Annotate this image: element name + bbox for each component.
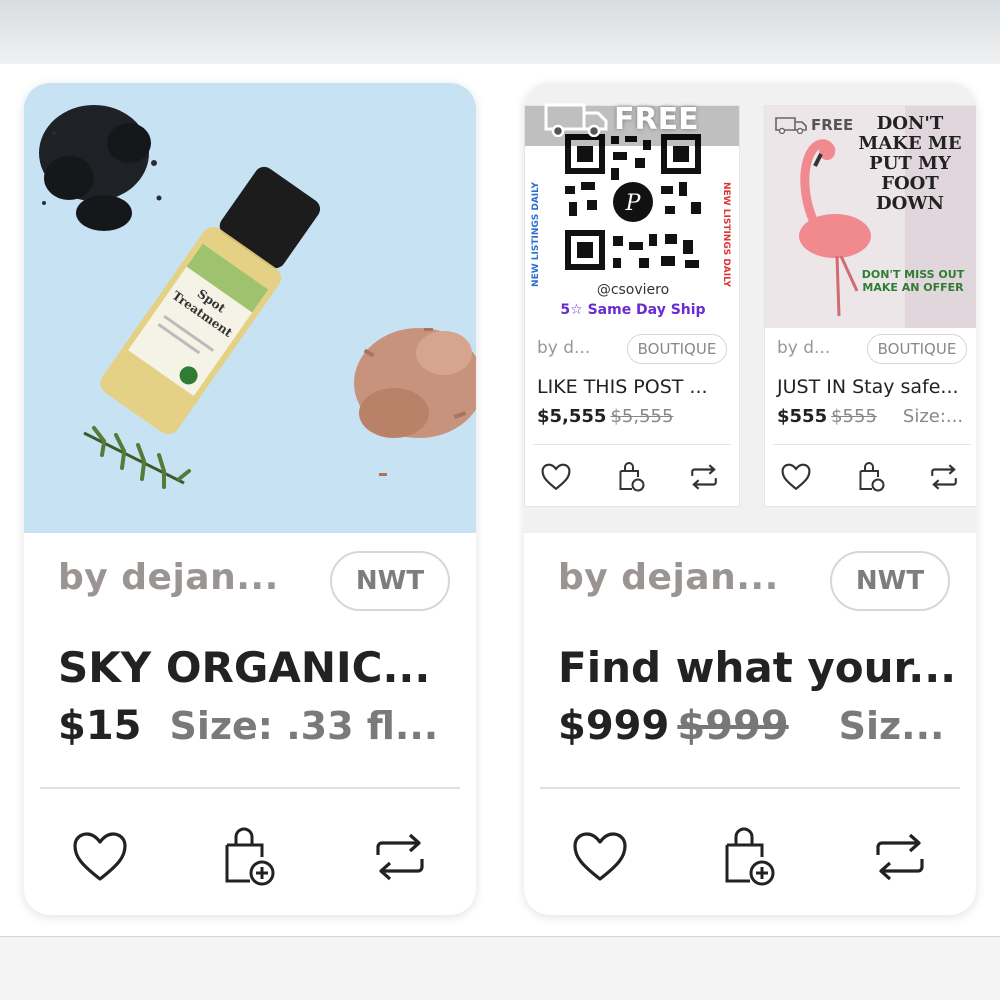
mini-listing-card: DON'T MAKE ME PUT MY FOOT DOWN DON'T MIS…: [764, 105, 976, 507]
divider: [533, 444, 731, 445]
share-repeat-icon: [931, 464, 957, 490]
free-label: FREE: [811, 116, 854, 134]
add-to-bundle-button[interactable]: [220, 827, 280, 887]
action-bar: [24, 791, 476, 915]
action-bar: [524, 791, 976, 915]
shopping-bag-plus-icon: [225, 827, 275, 886]
shopping-bag-plus-icon: [619, 462, 645, 492]
divider: [773, 444, 971, 445]
heart-icon: [573, 832, 627, 881]
share-repeat-icon: [876, 833, 924, 881]
mini-condition-badge: BOUTIQUE: [867, 334, 967, 364]
side-label-left: NEW LISTINGS DAILY: [531, 182, 541, 287]
divider: [40, 787, 460, 789]
truck-icon: [544, 103, 608, 137]
listing-meta: by dejan... NWT Find what your... $999 $9…: [524, 533, 976, 913]
qr-handle: @csoviero: [596, 282, 670, 298]
mini-price: $555: [777, 406, 828, 427]
free-shipping-tag: FREE: [544, 101, 699, 137]
heart-icon: [541, 463, 571, 491]
bottom-bar: [0, 936, 1000, 1000]
mini-listing-image: DON'T MAKE ME PUT MY FOOT DOWN DON'T MIS…: [765, 106, 976, 328]
mini-seller-name: by d...: [777, 338, 831, 358]
poster-subtext: DON'T MISS OUT MAKE AN OFFER: [861, 268, 965, 294]
mini-condition-badge: BOUTIQUE: [627, 334, 727, 364]
listing-size: Size: .33 fl...: [169, 704, 439, 748]
add-to-bundle-button[interactable]: [720, 827, 780, 887]
listing-price: $999: [558, 703, 670, 749]
product-photo: Spot Treatment: [39, 105, 476, 489]
mini-listing-image: P NEW LISTINGS DAILY NEW LISTINGS DAILY …: [525, 106, 739, 328]
mini-listing-title: LIKE THIS POST ...: [537, 376, 708, 398]
mini-price: $5,555: [537, 406, 607, 427]
listing-image[interactable]: Spot Treatment: [24, 83, 476, 533]
free-shipping-tag: FREE: [775, 116, 853, 134]
mini-price-row: $555 $555 Size:...: [777, 406, 963, 427]
mini-seller-name: by d...: [537, 338, 591, 358]
qr-caption: 5☆ Same Day Ship: [560, 302, 706, 318]
side-label-right: NEW LISTINGS DAILY: [721, 182, 731, 287]
shopping-bag-plus-icon: [725, 827, 775, 886]
like-button[interactable]: [70, 827, 130, 887]
svg-text:P: P: [625, 191, 642, 216]
listing-price: $15: [58, 703, 142, 749]
free-label: FREE: [614, 101, 699, 137]
truck-icon: [775, 117, 807, 134]
listing-card[interactable]: P NEW LISTINGS DAILY NEW LISTINGS DAILY …: [524, 83, 976, 915]
condition-badge: NWT: [330, 551, 450, 611]
price-row: $999 $999 Siz...: [558, 703, 958, 753]
like-button[interactable]: [570, 827, 630, 887]
share-button[interactable]: [870, 827, 930, 887]
condition-badge: NWT: [830, 551, 950, 611]
poster-headline: DON'T MAKE ME PUT MY FOOT DOWN: [858, 113, 962, 214]
mini-size: Size:...: [902, 406, 964, 427]
original-price: $999: [677, 703, 789, 749]
price-row: $15 Size: .33 fl...: [58, 703, 458, 753]
mini-listing-title: JUST IN Stay safe...: [777, 376, 959, 398]
share-button[interactable]: [370, 827, 430, 887]
share-repeat-icon: [376, 833, 424, 881]
heart-icon: [73, 832, 127, 881]
listing-meta: by dejan... NWT SKY ORGANIC... $15 Size: …: [24, 533, 476, 913]
top-status-bar: [0, 0, 1000, 64]
shopping-bag-plus-icon: [859, 462, 885, 492]
seller-name[interactable]: by dejan...: [558, 557, 779, 598]
mini-original-price: $5,555: [610, 406, 674, 427]
mini-original-price: $555: [831, 406, 877, 427]
seller-name[interactable]: by dejan...: [58, 557, 279, 598]
listing-size: Siz...: [838, 704, 945, 748]
listing-title[interactable]: Find what your...: [558, 643, 958, 692]
share-repeat-icon: [691, 464, 717, 490]
mini-listing-card: P NEW LISTINGS DAILY NEW LISTINGS DAILY …: [524, 105, 740, 507]
listing-card[interactable]: Spot Treatment by dejan... NWT SKY ORGAN…: [24, 83, 476, 915]
divider: [540, 787, 960, 789]
listing-title[interactable]: SKY ORGANIC...: [58, 643, 458, 692]
listing-image[interactable]: P NEW LISTINGS DAILY NEW LISTINGS DAILY …: [524, 83, 976, 533]
mini-price-row: $5,555 $5,555: [537, 406, 673, 427]
heart-icon: [781, 463, 811, 491]
